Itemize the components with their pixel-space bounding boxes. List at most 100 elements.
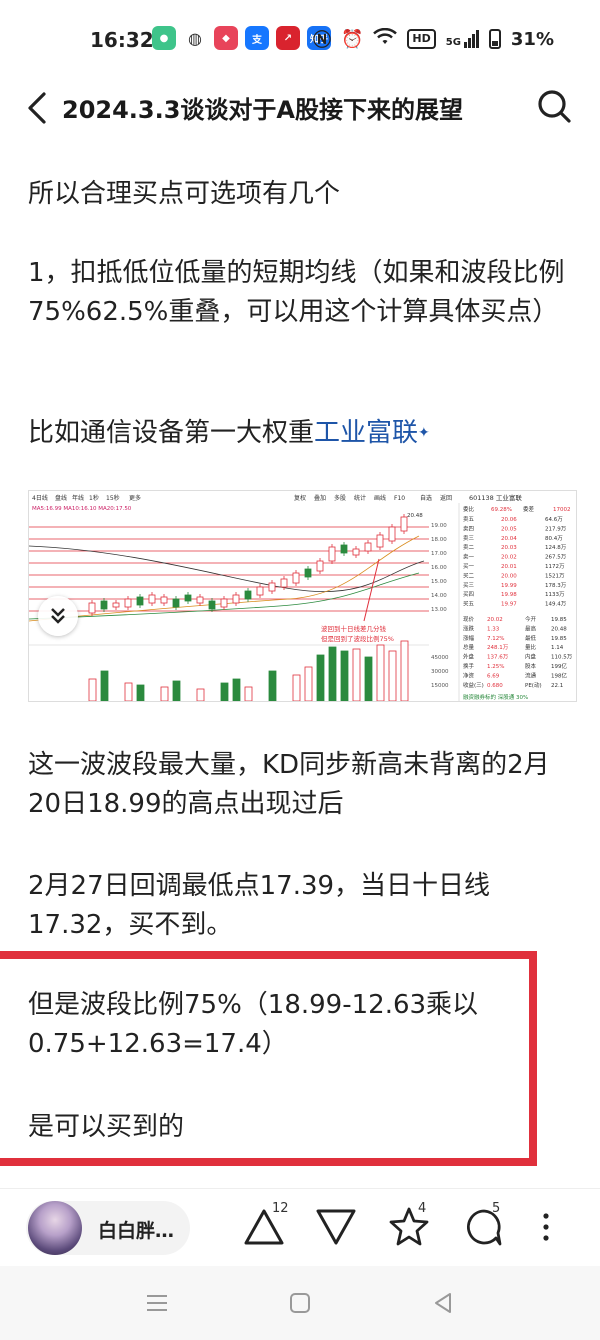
ma-legend: MA5:16.99 MA10:16.10 MA20:17.50 [32,506,132,512]
system-icons: Ⓝ ⏰ HD 5G 31% [313,26,554,52]
search-icon [538,90,571,123]
stats-label: 内盘 [525,653,537,661]
stock-chart-image[interactable]: 4日线 盘线 年线 1秒 15秒 更多 复权 叠加 多股 统计 画线 F10 自选 返回 MA5:16.99… [28,490,577,702]
battery-percent: 31% [510,28,554,50]
stats-value: 110.5万 [551,654,573,661]
candle [172,598,180,608]
recent-apps-button[interactable] [142,1288,172,1318]
chart-footnote: 融资融券标的 深股通 30% [463,693,528,701]
more-vertical-icon [543,1213,549,1241]
candle [244,590,252,600]
quote-row-volume: 1521万 [545,572,565,579]
chevron-double-down-icon [51,608,65,624]
candle [184,594,192,602]
search-button[interactable] [534,86,574,126]
chart-toolbar-item: 4日线 [32,494,48,502]
comment-button[interactable] [460,1203,508,1251]
wifi-icon [373,27,398,51]
example-text: 比如通信设备第一大权重 [28,418,315,448]
quote-row-volume: 1133万 [545,591,565,598]
stats-label: 换手 [463,662,475,670]
chart-toolbar-item: 复权 [294,494,306,502]
chart-toolbar-item: 画线 [374,494,386,502]
candle [340,544,348,554]
back-button[interactable] [22,88,58,128]
quote-row-volume: 149.4万 [545,601,567,608]
paragraph-pullback: 2月27日回调最低点17.39，当日十日线17.32，买不到。 [28,871,491,940]
chart-toolbar-item: F10 [394,495,405,502]
price-tick: 15.00 [431,579,447,585]
quote-header: 17002 [553,507,571,513]
price-tick: 17.00 [431,551,447,557]
chart-toolbar-item: 15秒 [106,494,120,502]
ma-line [29,545,425,593]
home-button[interactable] [285,1288,315,1318]
stats-label: 股本 [525,662,537,670]
more-options-button[interactable] [536,1203,556,1251]
stats-value: 137.6万 [487,654,509,661]
stock-link-foxconn[interactable]: 工业富联 [314,418,418,448]
chart-toolbar-item: 1秒 [89,494,99,502]
nfc-icon: Ⓝ [312,30,331,51]
candle [400,516,408,532]
stats-label: 流通 [525,671,537,679]
paragraph-example: 比如通信设备第一大权重工业富联✦ [28,414,573,453]
volume-bar [340,650,349,701]
quote-row-label: 买四 [463,590,474,598]
chart-annotation: 波回到十日线差几分钱 [321,624,387,633]
quote-row-price: 20.05 [501,526,517,532]
stats-label: 最低 [525,634,537,642]
candle [208,600,216,610]
quote-row-label: 买三 [463,581,475,589]
quote-row-price: 20.01 [501,564,517,570]
dislike-button[interactable] [312,1203,360,1251]
expand-button[interactable] [38,596,78,636]
stats-value: 7.12% [487,636,504,642]
stats-value: 19.85 [551,636,567,642]
stats-label: 最高 [525,624,537,632]
paragraph-peak: 这一波波段最大量，KD同步新高未背离的2月20日18.99的高点出现过后 [28,750,550,819]
author-name: 白白胖… [98,1220,175,1242]
quote-row-price: 19.97 [501,602,517,608]
stats-label: 外盘 [463,653,475,661]
candle [388,526,396,542]
candle [364,542,372,552]
chart-toolbar-item: 盘线 [55,494,67,502]
stats-label: 总量 [463,643,475,651]
candle [268,582,276,592]
status-bar: 16:32 ● ◍ ◆ 支 ↗ 知乎 Ⓝ ⏰ HD 5G 31% [0,0,600,78]
stats-value: 0.680 [487,683,503,689]
stats-value: 20.02 [487,617,503,623]
quote-row-price: 19.99 [501,583,517,589]
chart-toolbar-item: 统计 [354,494,366,502]
status-time: 16:32 [90,28,154,52]
volume-bar [196,688,205,701]
author-chip[interactable]: 白白胖… [26,1201,190,1255]
quote-row-volume: 217.9万 [545,525,567,532]
volume-bar [268,670,277,701]
candle [88,602,96,614]
quote-row-label: 卖四 [463,525,474,532]
quote-row-volume: 80.4万 [545,535,563,542]
alarm-icon: ⏰ [340,28,364,50]
candle [292,572,300,584]
volume-bar [388,650,397,701]
candle [124,598,132,608]
chart-toolbar-item: 多股 [334,494,346,502]
quote-row-volume: 124.8万 [545,544,567,551]
volume-tick: 30000 [431,669,449,675]
quote-row-price: 20.02 [501,555,517,561]
article-header: 2024.3.3谈谈对于A股接下来的展望 [0,78,600,138]
downvote-triangle-icon [316,1209,356,1245]
candle [232,594,240,604]
quote-header: 69.28% [491,507,512,513]
volume-bar [160,686,169,701]
quote-row-label: 卖三 [463,535,475,542]
candlestick-chart: 4日线 盘线 年线 1秒 15秒 更多 复权 叠加 多股 统计 画线 F10 自选 返回 MA5:16.99… [29,493,573,701]
sparkle-icon: ✦ [418,425,430,441]
chat-bubble-icon: ● [152,26,176,50]
signal-icon: 5G [446,30,479,48]
back-nav-button[interactable] [428,1288,458,1318]
quote-header: 委差 [523,505,535,513]
like-count: 12 [272,1201,289,1216]
